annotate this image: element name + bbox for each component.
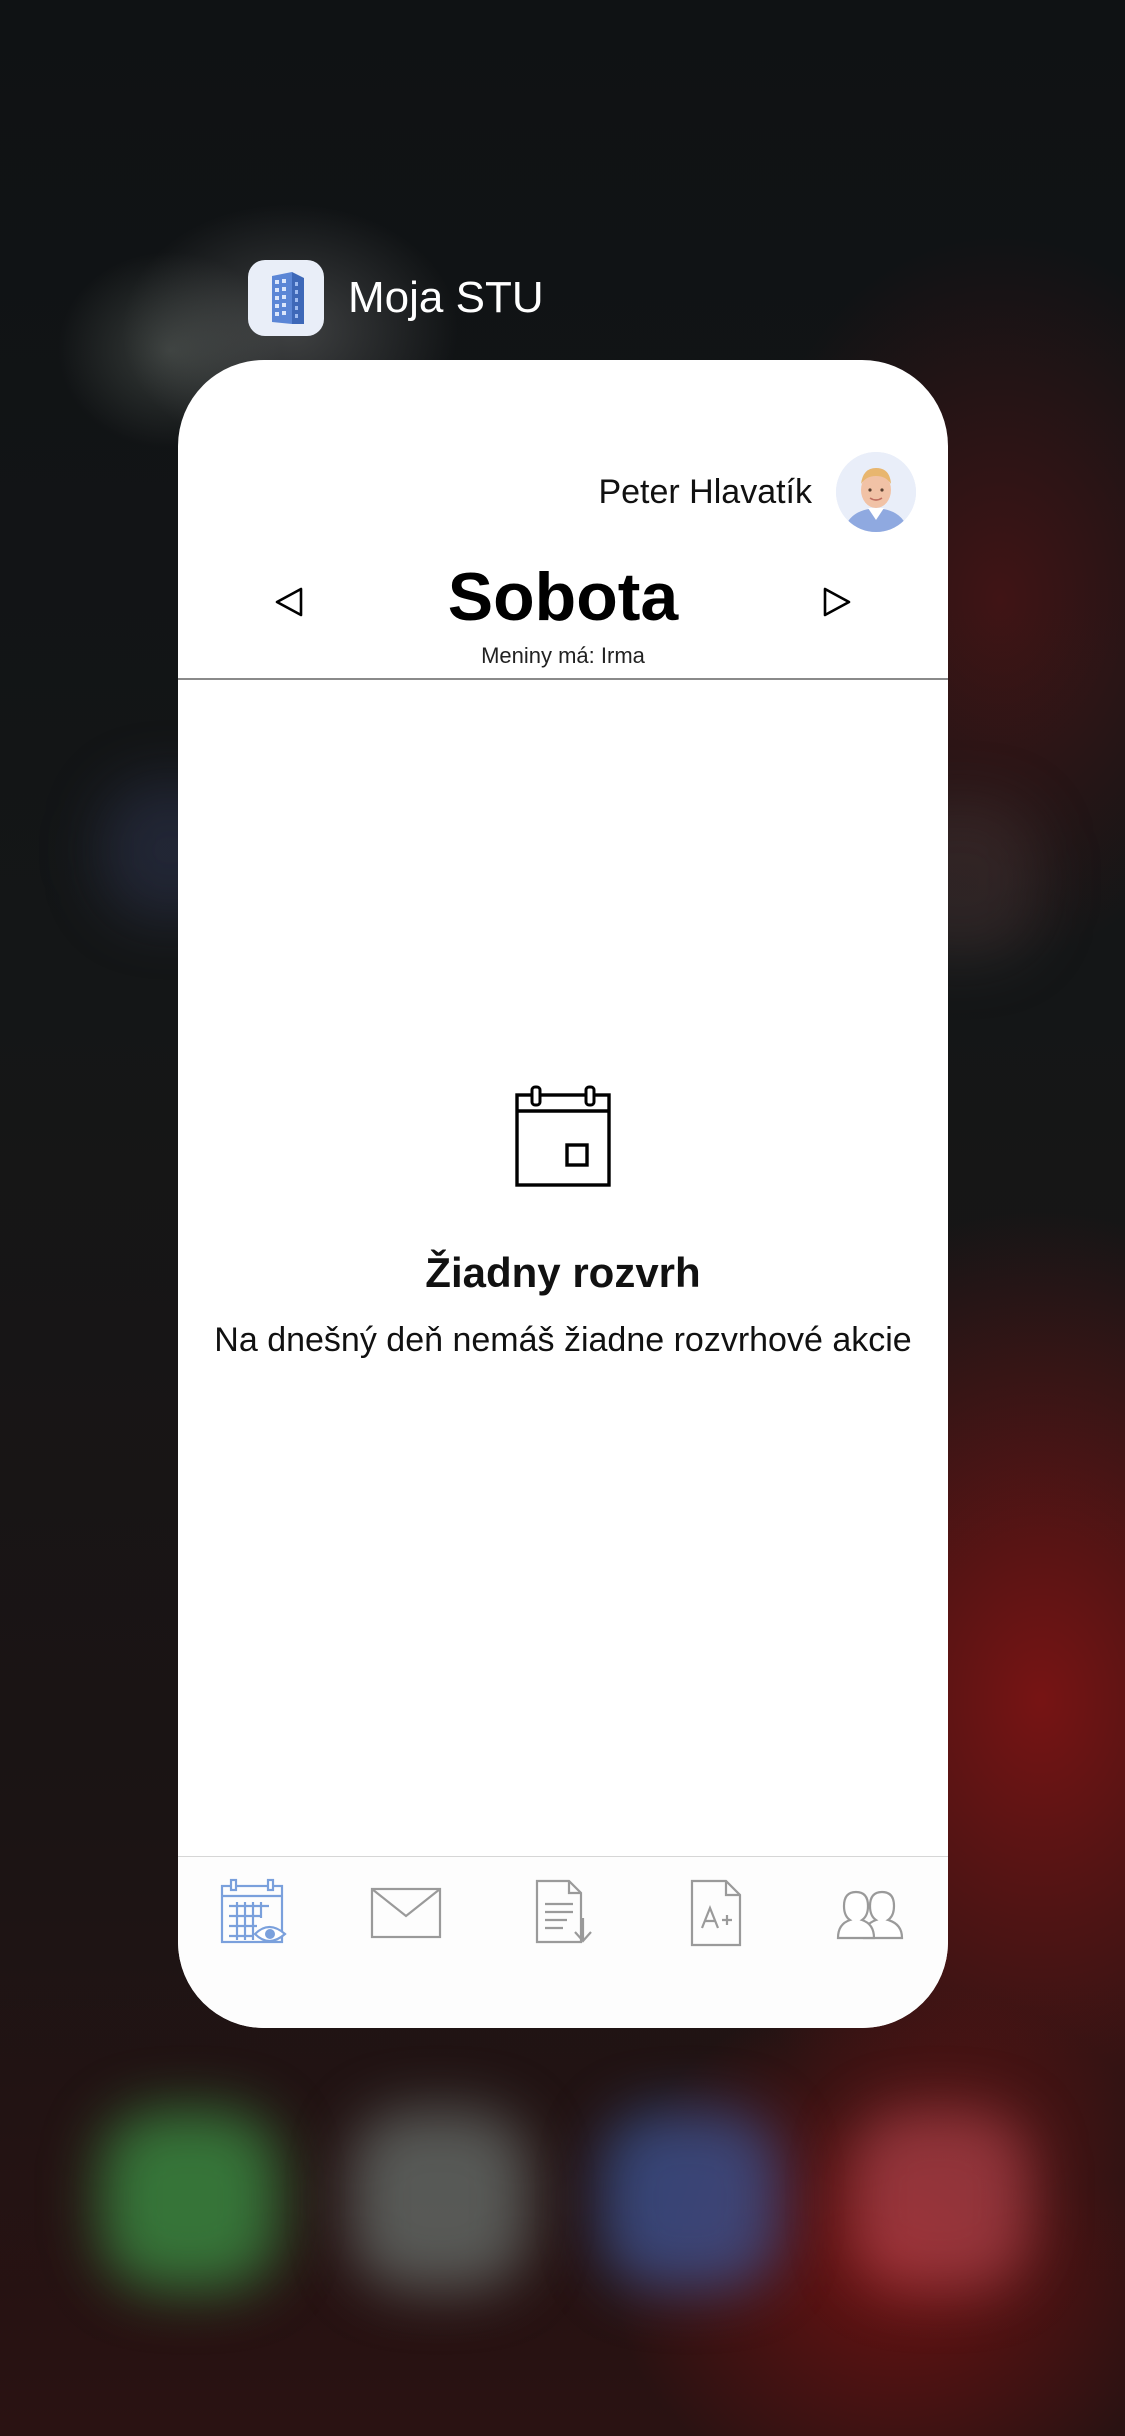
tab-schedule[interactable] [214, 1875, 294, 1951]
blurred-app-icon [350, 2110, 530, 2290]
document-download-icon [535, 1879, 592, 1944]
user-avatar[interactable] [836, 452, 916, 532]
grade-document-icon [690, 1879, 742, 1947]
blurred-app-icon [100, 2110, 280, 2290]
user-name: Peter Hlavatík [598, 472, 812, 511]
blurred-app-icon [600, 2110, 780, 2290]
next-day-button[interactable] [812, 577, 862, 627]
building-icon [248, 260, 324, 336]
tab-grades[interactable] [676, 1875, 756, 1951]
blurred-app-icon [850, 2110, 1030, 2290]
app-name: Moja STU [348, 273, 544, 322]
calendar-icon [515, 1085, 611, 1187]
tab-mail[interactable] [366, 1875, 446, 1951]
header-divider [178, 678, 948, 680]
people-icon [836, 1890, 904, 1940]
tab-people[interactable] [830, 1875, 910, 1951]
empty-message: Na dnešný deň nemáš žiadne rozvrhové akc… [214, 1321, 912, 1359]
app-switcher-header[interactable]: Moja STU [248, 260, 544, 336]
nameday-text: Meniny má: Irma [481, 643, 645, 668]
tab-documents[interactable] [524, 1875, 604, 1951]
empty-schedule-state: Žiadny rozvrh Na dnešný deň nemáš žiadne… [178, 1085, 948, 1360]
envelope-icon [370, 1887, 442, 1939]
triangle-right-icon [823, 587, 851, 617]
user-profile[interactable]: Peter Hlavatík [598, 452, 916, 532]
tab-bar [178, 1856, 948, 2028]
calendar-eye-icon [220, 1878, 287, 1944]
day-header: Sobota Meniny má: Irma [178, 555, 948, 677]
empty-title: Žiadny rozvrh [425, 1249, 701, 1296]
app-card[interactable]: Peter Hlavatík Sobota Meniny má: Irma Ži… [178, 360, 948, 2028]
